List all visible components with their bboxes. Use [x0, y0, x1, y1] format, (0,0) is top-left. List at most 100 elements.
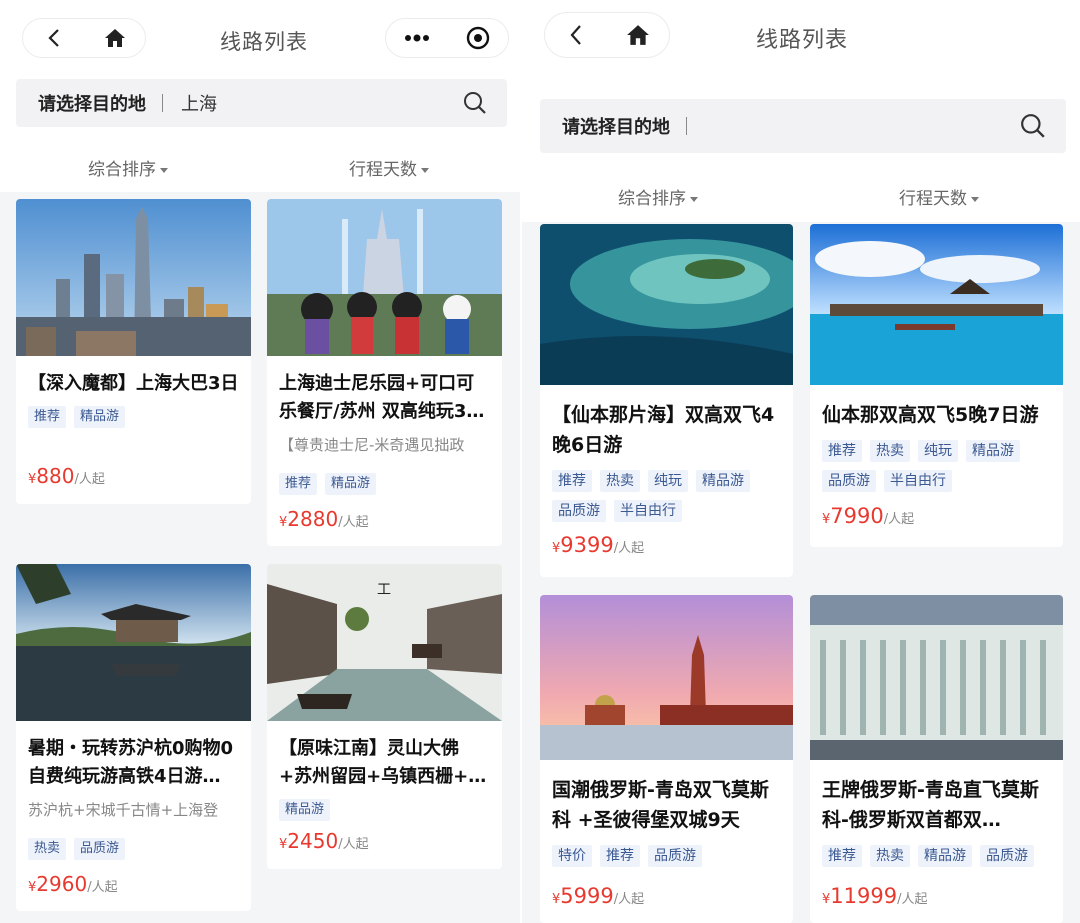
card-body: 王牌俄罗斯-青岛直飞莫斯科-俄罗斯双首都双… 推荐 热卖 精品游 品质游 [810, 775, 1063, 867]
route-image-shanghai-skyline [16, 199, 251, 356]
caret-down-icon [971, 196, 979, 202]
tag: 推荐 [822, 845, 862, 867]
sort-days-dropdown[interactable]: 行程天数 [349, 155, 429, 180]
route-card[interactable]: 【深入魔都】上海大巴3日 推荐 精品游 ¥880/人起 [16, 199, 251, 504]
caret-down-icon [160, 167, 168, 173]
price-amount: 880 [36, 464, 75, 488]
search-label: 请选择目的地 [562, 117, 670, 138]
sort-composite-dropdown[interactable]: 综合排序 [88, 155, 168, 180]
home-icon [104, 29, 125, 47]
tag: 品质游 [980, 845, 1034, 867]
route-card[interactable]: 暑期・玩转苏沪杭0购物0自费纯玩游高铁4日游… 苏沪杭+宋城千古情+上海登 热卖… [16, 564, 251, 911]
tag-list: 推荐 热卖 纯玩 精品游 品质游 半自由行 [810, 440, 1063, 492]
nav-capsule-left [544, 12, 670, 58]
route-card[interactable]: 上海迪士尼乐园+可口可乐餐厅/苏州 双高纯玩3… 【尊贵迪士尼-米奇遇见拙政 推… [267, 199, 502, 546]
tag: 热卖 [28, 838, 67, 860]
price-unit: /人起 [883, 512, 915, 527]
tag-list: 推荐 精品游 [267, 473, 502, 495]
route-price: ¥7990/人起 [822, 504, 914, 528]
back-button[interactable] [545, 13, 607, 57]
route-image-water-town: ⼯ [267, 564, 502, 721]
chevron-left-icon [47, 29, 59, 47]
tag: 精品游 [966, 440, 1020, 462]
price-unit: /人起 [87, 880, 118, 895]
tag: 热卖 [600, 470, 640, 492]
tag: 推荐 [28, 406, 67, 428]
tag: 纯玩 [918, 440, 958, 462]
tag-list: 推荐 热卖 精品游 品质游 [810, 845, 1063, 867]
nav-capsule-left [22, 18, 146, 58]
destination-search-bar[interactable]: 请选择目的地 上海 [16, 79, 507, 127]
tag: 精品游 [325, 473, 377, 495]
route-title: 上海迪士尼乐园+可口可乐餐厅/苏州 双高纯玩3… [279, 373, 485, 422]
tag: 热卖 [870, 440, 910, 462]
tag: 精品游 [279, 799, 331, 821]
tag-list: 特价 推荐 品质游 [540, 845, 793, 867]
sort-composite-label: 综合排序 [88, 160, 156, 180]
tag: 推荐 [822, 440, 862, 462]
tag: 精品游 [74, 406, 126, 428]
card-body: 仙本那双高双飞5晚7日游 推荐 热卖 纯玩 精品游 品质游 半自由行 [810, 400, 1063, 492]
tag: 纯玩 [648, 470, 688, 492]
route-card[interactable]: 【仙本那片海】双高双飞4晚6日游 推荐 热卖 纯玩 精品游 品质游 半自由行 ¥… [540, 224, 793, 577]
back-button[interactable] [23, 19, 84, 57]
price-amount: 5999 [560, 884, 614, 908]
home-icon [627, 25, 649, 45]
route-price: ¥2450/人起 [279, 829, 369, 853]
route-image-disneyland [267, 199, 502, 356]
route-subtitle: 苏沪杭+宋城千古情+上海登 [28, 801, 219, 819]
more-button[interactable] [386, 19, 447, 57]
route-card[interactable]: 仙本那双高双飞5晚7日游 推荐 热卖 纯玩 精品游 品质游 半自由行 ¥7990… [810, 224, 1063, 547]
search-icon[interactable] [463, 91, 487, 115]
sort-composite-label: 综合排序 [618, 189, 686, 209]
route-title: 国潮俄罗斯-青岛双飞莫斯科 +圣彼得堡双城9天 [552, 779, 769, 831]
tag: 精品游 [918, 845, 972, 867]
route-title: 仙本那双高双飞5晚7日游 [822, 404, 1039, 426]
destination-search-bar[interactable]: 请选择目的地 [540, 99, 1066, 153]
search-icon[interactable] [1020, 113, 1046, 139]
tag: 品质游 [822, 470, 876, 492]
sort-days-dropdown[interactable]: 行程天数 [899, 184, 979, 209]
card-body: 【深入魔都】上海大巴3日 推荐 精品游 [16, 370, 251, 428]
search-divider [162, 94, 163, 112]
close-miniprogram-button[interactable] [447, 19, 508, 57]
page-title: 线路列表 [756, 28, 849, 53]
card-body: 国潮俄罗斯-青岛双飞莫斯科 +圣彼得堡双城9天 特价 推荐 品质游 [540, 775, 793, 867]
price-unit: /人起 [613, 892, 645, 907]
route-card[interactable]: 王牌俄罗斯-青岛直飞莫斯科-俄罗斯双首都双… 推荐 热卖 精品游 品质游 ¥11… [810, 595, 1063, 923]
home-button[interactable] [607, 13, 669, 57]
tag: 精品游 [696, 470, 750, 492]
card-body: 暑期・玩转苏沪杭0购物0自费纯玩游高铁4日游… 苏沪杭+宋城千古情+上海登 热卖… [16, 735, 251, 860]
header: 线路列表 请选择目的地 综合排序 行程天数 [522, 0, 1080, 222]
price-unit: /人起 [338, 837, 369, 852]
search-label: 请选择目的地 [38, 94, 146, 115]
tag: 推荐 [552, 470, 592, 492]
tag-list: 推荐 精品游 [16, 406, 251, 428]
svg-text:⼯: ⼯ [377, 582, 391, 598]
home-button[interactable] [84, 19, 145, 57]
price-amount: 2960 [36, 872, 88, 896]
tag: 推荐 [600, 845, 640, 867]
search-value: 上海 [181, 94, 217, 115]
route-card[interactable]: 国潮俄罗斯-青岛双飞莫斯科 +圣彼得堡双城9天 特价 推荐 品质游 ¥5999/… [540, 595, 793, 923]
tag: 特价 [552, 845, 592, 867]
sort-days-label: 行程天数 [349, 160, 417, 180]
sort-composite-dropdown[interactable]: 综合排序 [618, 184, 698, 209]
card-body: 【仙本那片海】双高双飞4晚6日游 推荐 热卖 纯玩 精品游 品质游 半自由行 [540, 400, 793, 522]
route-image-stilt-village [810, 224, 1063, 385]
sort-days-label: 行程天数 [899, 189, 967, 209]
price-amount: 7990 [830, 504, 884, 528]
page-title: 线路列表 [220, 30, 308, 54]
route-card[interactable]: ⼯ 【原味江南】灵山大佛+苏州留园+乌镇西栅+… 精品游 ¥2450/人起 [267, 564, 502, 869]
tag: 半自由行 [884, 470, 952, 492]
route-price: ¥2960/人起 [28, 872, 118, 896]
header: 线路列表 请选择目的地 上海 综合排序 行程天数 [0, 0, 520, 192]
route-price: ¥9399/人起 [552, 533, 644, 557]
tag: 推荐 [279, 473, 318, 495]
caret-down-icon [690, 196, 698, 202]
price-amount: 2880 [287, 507, 339, 531]
route-price: ¥2880/人起 [279, 507, 369, 531]
route-title: 王牌俄罗斯-青岛直飞莫斯科-俄罗斯双首都双… [822, 779, 1039, 831]
route-price: ¥5999/人起 [552, 884, 644, 908]
nav-capsule-right [385, 18, 509, 58]
